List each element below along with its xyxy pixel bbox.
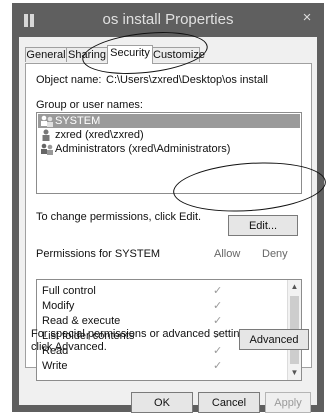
allow-header: Allow: [214, 248, 241, 260]
security-panel: Object name: C:\Users\zxred\Desktop\os i…: [25, 63, 312, 381]
check-icon: ✓: [213, 315, 223, 327]
cancel-button[interactable]: Cancel: [198, 392, 260, 413]
user-item-label: SYSTEM: [55, 115, 101, 127]
special-permissions-text: For special permissions or advanced sett…: [31, 328, 255, 340]
window-title: os install Properties: [102, 11, 234, 28]
permission-name: Write: [42, 360, 68, 372]
dialog-body: General Sharing Security Customize Objec…: [19, 37, 317, 413]
group-icon: [41, 115, 53, 127]
permission-row: Full control ✓: [37, 284, 287, 298]
user-item-label: zxred (xred\zxred): [55, 129, 144, 141]
apply-button[interactable]: Apply: [265, 392, 311, 413]
permission-row: Write ✓: [37, 359, 287, 373]
check-icon: ✓: [213, 345, 223, 357]
tab-general[interactable]: General: [25, 47, 67, 62]
tab-security[interactable]: Security: [107, 45, 153, 64]
permission-name: Modify: [42, 300, 75, 312]
permission-name: Full control: [42, 285, 96, 297]
permission-row: Modify ✓: [37, 299, 287, 313]
deny-header: Deny: [262, 248, 288, 260]
group-icon: [41, 143, 53, 155]
edit-button[interactable]: Edit...: [228, 215, 298, 236]
user-item-system[interactable]: SYSTEM: [38, 114, 300, 128]
check-icon: ✓: [213, 300, 223, 312]
check-icon: ✓: [213, 360, 223, 372]
object-name-value: C:\Users\zxred\Desktop\os install: [106, 74, 268, 86]
chevron-up-icon[interactable]: ▲: [288, 282, 301, 291]
object-name-label: Object name:: [36, 74, 102, 86]
check-icon: ✓: [213, 285, 223, 297]
ok-button[interactable]: OK: [131, 392, 193, 413]
special-permissions-text-2: click Advanced.: [31, 341, 107, 353]
close-icon[interactable]: ×: [298, 9, 316, 27]
user-item-administrators[interactable]: Administrators (xred\Administrators): [38, 142, 300, 156]
chevron-down-icon[interactable]: ▼: [288, 368, 301, 377]
permission-name: Read & execute: [42, 315, 121, 327]
change-permissions-text: To change permissions, click Edit.: [36, 211, 202, 223]
advanced-button[interactable]: Advanced: [239, 329, 309, 350]
permission-row: Read & execute ✓: [37, 314, 287, 328]
user-item-label: Administrators (xred\Administrators): [55, 143, 231, 155]
user-item-zxred[interactable]: zxred (xred\zxred): [38, 128, 300, 142]
group-names-label: Group or user names:: [36, 99, 143, 111]
user-icon: [42, 129, 50, 141]
permissions-title: Permissions for SYSTEM: [36, 248, 161, 260]
